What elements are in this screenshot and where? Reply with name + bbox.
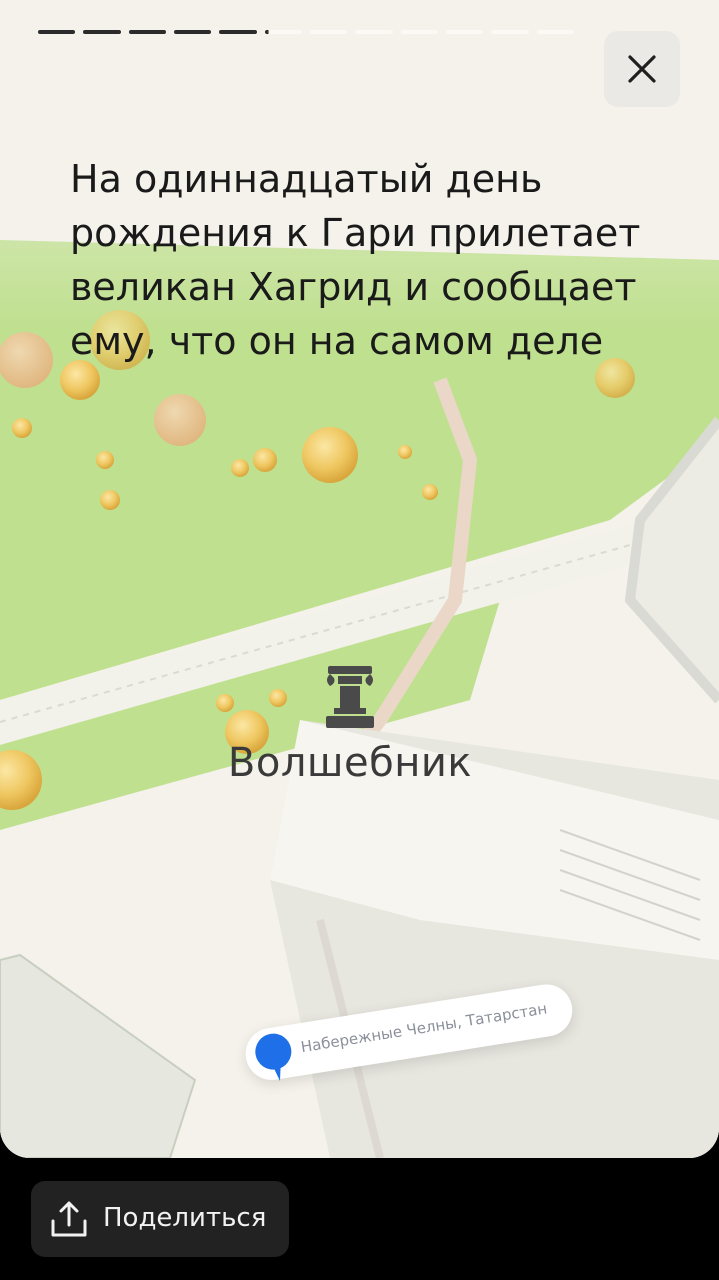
progress-segment bbox=[309, 30, 348, 34]
progress-segment bbox=[491, 30, 529, 34]
map-pin-icon bbox=[255, 1033, 292, 1081]
progress-segment-current bbox=[264, 30, 302, 34]
story-text: На одиннадцатый день рождения к Гари при… bbox=[70, 157, 641, 363]
progress-segment bbox=[536, 30, 574, 34]
progress-segment bbox=[355, 30, 393, 34]
progress-segment bbox=[38, 30, 76, 34]
share-icon bbox=[51, 1201, 87, 1237]
share-button[interactable]: Поделиться bbox=[31, 1181, 289, 1257]
progress-segment bbox=[400, 30, 438, 34]
progress-segment bbox=[445, 30, 484, 34]
progress-segment bbox=[83, 30, 121, 34]
close-button[interactable] bbox=[604, 31, 680, 107]
progress-segment bbox=[219, 30, 257, 34]
monument-icon bbox=[326, 666, 374, 728]
poi-label: Волшебник bbox=[227, 740, 473, 786]
progress-segment bbox=[173, 30, 212, 34]
story-card[interactable]: На одиннадцатый день рождения к Гари при… bbox=[0, 0, 719, 1158]
progress-segment bbox=[128, 30, 166, 34]
story-progress-bar bbox=[38, 30, 574, 35]
share-label: Поделиться bbox=[103, 1203, 267, 1233]
close-icon bbox=[628, 55, 656, 83]
